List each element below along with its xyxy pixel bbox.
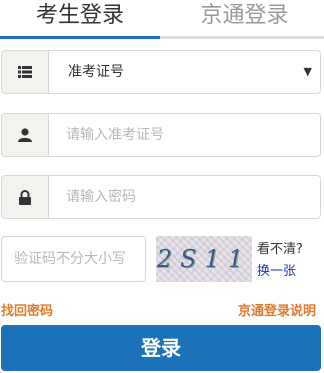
captcha-image[interactable]: 2S11 <box>156 236 252 282</box>
captcha-image-text: 2S11 <box>156 245 252 273</box>
id-type-select[interactable]: 准考证号 ▼ <box>1 50 321 94</box>
password-input[interactable] <box>50 176 320 218</box>
active-tab-indicator <box>0 36 160 39</box>
captcha-hint: 看不清? <box>257 242 303 257</box>
list-icon <box>2 51 49 93</box>
chevron-down-icon: ▼ <box>303 65 312 78</box>
forgot-password-link[interactable]: 找回密码 <box>1 300 53 319</box>
login-button[interactable]: 登录 <box>1 325 321 371</box>
tab-candidate-login[interactable]: 考生登录 <box>0 0 160 36</box>
id-type-value: 准考证号 <box>68 64 124 80</box>
captcha-field <box>1 236 146 282</box>
id-type-dropdown[interactable]: 准考证号 ▼ <box>50 51 320 93</box>
password-field <box>1 175 321 219</box>
lock-icon <box>2 176 49 218</box>
user-icon <box>2 114 49 156</box>
captcha-refresh-link[interactable]: 换一张 <box>257 260 296 279</box>
exam-number-field <box>1 113 321 157</box>
login-tabs: 考生登录 京通登录 <box>0 0 324 40</box>
captcha-input[interactable] <box>2 237 145 281</box>
jingtong-login-help-link[interactable]: 京通登录说明 <box>238 300 316 319</box>
tab-jingtong-login[interactable]: 京通登录 <box>165 0 324 36</box>
exam-number-input[interactable] <box>50 114 320 156</box>
